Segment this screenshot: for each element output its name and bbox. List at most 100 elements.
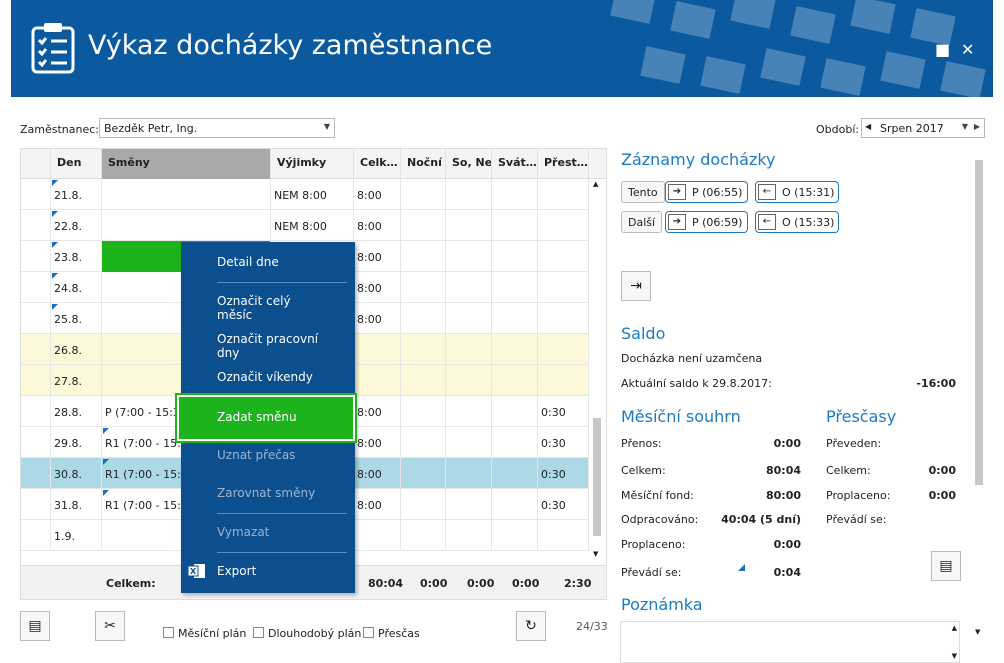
- next-period-icon[interactable]: ▶: [974, 122, 980, 131]
- row-selector[interactable]: [21, 365, 51, 396]
- cell-total[interactable]: 8:00: [354, 210, 401, 241]
- cell-total[interactable]: 8:00: [354, 489, 401, 520]
- cell-break[interactable]: 0:30: [538, 458, 589, 489]
- cell-day[interactable]: 30.8.: [51, 458, 102, 489]
- cell-holiday[interactable]: [492, 334, 538, 365]
- menu-item-mark-month[interactable]: Označit celý měsíc: [181, 284, 355, 322]
- row-selector[interactable]: [21, 396, 51, 427]
- cell-day[interactable]: 28.8.: [51, 396, 102, 427]
- row-selector[interactable]: [21, 241, 51, 272]
- cell-day[interactable]: 24.8.: [51, 272, 102, 303]
- menu-item-export[interactable]: Export: [181, 554, 355, 588]
- menu-item-clear[interactable]: Vymazat: [181, 515, 355, 549]
- cell-total[interactable]: [354, 365, 401, 396]
- cell-total[interactable]: 8:00: [354, 427, 401, 458]
- next-button[interactable]: Další: [621, 211, 663, 233]
- cell-holiday[interactable]: [492, 365, 538, 396]
- cell-holiday[interactable]: [492, 427, 538, 458]
- cell-weekend[interactable]: [446, 365, 492, 396]
- cell-weekend[interactable]: [446, 520, 492, 551]
- period-select[interactable]: ◀ Srpen 2017 ▼ ▶: [861, 118, 985, 138]
- cell-shift[interactable]: [102, 179, 271, 210]
- cell-weekend[interactable]: [446, 489, 492, 520]
- cell-holiday[interactable]: [492, 458, 538, 489]
- cell-exception[interactable]: NEM 8:00: [271, 179, 354, 210]
- row-selector[interactable]: [21, 272, 51, 303]
- header-total[interactable]: Celk…: [354, 149, 401, 179]
- scroll-down-icon[interactable]: ▼: [593, 550, 598, 558]
- cell-weekend[interactable]: [446, 272, 492, 303]
- record-in-1[interactable]: ➔ P (06:55): [665, 181, 748, 203]
- cell-holiday[interactable]: [492, 210, 538, 241]
- cell-break[interactable]: 0:30: [538, 396, 589, 427]
- cell-weekend[interactable]: [446, 303, 492, 334]
- refresh-button[interactable]: ↻: [516, 611, 546, 641]
- cell-night[interactable]: [401, 272, 446, 303]
- cell-day[interactable]: 29.8.: [51, 427, 102, 458]
- cell-night[interactable]: [401, 458, 446, 489]
- cell-day[interactable]: 26.8.: [51, 334, 102, 365]
- cell-weekend[interactable]: [446, 334, 492, 365]
- note-field[interactable]: ▲ ▼: [620, 621, 960, 663]
- cell-weekend[interactable]: [446, 458, 492, 489]
- cell-day[interactable]: 22.8.: [51, 210, 102, 241]
- report-button[interactable]: ▤: [20, 611, 50, 641]
- header-shifts[interactable]: Směny: [102, 149, 271, 179]
- cell-total[interactable]: 8:00: [354, 458, 401, 489]
- cell-day[interactable]: 21.8.: [51, 179, 102, 210]
- cell-weekend[interactable]: [446, 427, 492, 458]
- grid-scrollbar[interactable]: ▲ ▼: [590, 178, 604, 563]
- cell-holiday[interactable]: [492, 520, 538, 551]
- header-day[interactable]: Den: [51, 149, 102, 179]
- this-button[interactable]: Tento: [621, 181, 665, 203]
- prev-period-icon[interactable]: ◀: [865, 122, 871, 131]
- row-selector[interactable]: [21, 427, 51, 458]
- menu-item-approve-overtime[interactable]: Uznat přečas: [181, 438, 355, 472]
- cell-total[interactable]: 8:00: [354, 396, 401, 427]
- row-selector[interactable]: [21, 179, 51, 210]
- tools-button[interactable]: ✂: [95, 611, 125, 641]
- long-plan-checkbox[interactable]: Dlouhodobý plán: [253, 627, 361, 640]
- cell-night[interactable]: [401, 334, 446, 365]
- cell-break[interactable]: [538, 334, 589, 365]
- cell-break[interactable]: [538, 272, 589, 303]
- close-icon[interactable]: ✕: [961, 40, 974, 59]
- cell-shift[interactable]: [102, 210, 271, 241]
- menu-item-assign-shift[interactable]: Zadat směnu: [179, 397, 353, 439]
- cell-night[interactable]: [401, 303, 446, 334]
- cell-break[interactable]: [538, 520, 589, 551]
- scroll-down-icon[interactable]: ▼: [975, 628, 980, 636]
- overtime-report-button[interactable]: ▤: [931, 551, 961, 581]
- cell-day[interactable]: 27.8.: [51, 365, 102, 396]
- menu-item-detail[interactable]: Detail dne: [181, 245, 355, 279]
- table-row[interactable]: 22.8. NEM 8:00 8:00: [21, 210, 589, 241]
- cell-weekend[interactable]: [446, 241, 492, 272]
- cell-break[interactable]: [538, 365, 589, 396]
- cell-night[interactable]: [401, 520, 446, 551]
- scroll-up-icon[interactable]: ▲: [952, 624, 957, 632]
- row-selector[interactable]: [21, 303, 51, 334]
- header-night[interactable]: Noční: [401, 149, 446, 179]
- cell-night[interactable]: [401, 365, 446, 396]
- panel-scrollbar[interactable]: ▼: [972, 150, 986, 640]
- employee-select[interactable]: Bezděk Petr, Ing. ▼: [99, 118, 335, 138]
- cell-day[interactable]: 31.8.: [51, 489, 102, 520]
- monthly-plan-checkbox[interactable]: Měsíční plán: [163, 627, 246, 640]
- header-weekend[interactable]: So, Ne: [446, 149, 492, 179]
- row-selector[interactable]: [21, 334, 51, 365]
- maximize-icon[interactable]: ■: [935, 40, 950, 59]
- cell-total[interactable]: 8:00: [354, 303, 401, 334]
- cell-night[interactable]: [401, 396, 446, 427]
- cell-break[interactable]: [538, 210, 589, 241]
- cell-night[interactable]: [401, 179, 446, 210]
- cell-total[interactable]: [354, 520, 401, 551]
- record-out-1[interactable]: ← O (15:31): [755, 181, 839, 203]
- scroll-down-icon[interactable]: ▼: [952, 652, 957, 660]
- grid-scrollbar-thumb[interactable]: [593, 418, 601, 536]
- cell-night[interactable]: [401, 427, 446, 458]
- header-holiday[interactable]: Svát…: [492, 149, 538, 179]
- row-selector[interactable]: [21, 458, 51, 489]
- header-exceptions[interactable]: Výjimky: [271, 149, 354, 179]
- menu-item-mark-workdays[interactable]: Označit pracovní dny: [181, 322, 355, 360]
- add-record-button[interactable]: ⇥: [621, 271, 651, 301]
